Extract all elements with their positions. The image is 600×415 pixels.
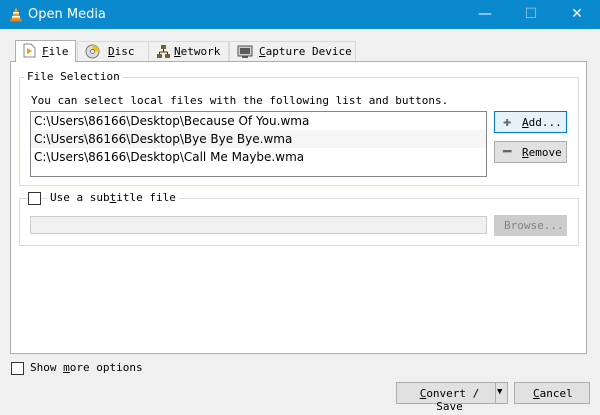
cancel-button[interactable]: Cancel [514,382,590,404]
remove-button-label: Remove [522,146,562,159]
convert-options-dropdown[interactable]: ▼ [495,382,508,404]
tab-network[interactable]: Network [148,41,229,61]
subtitle-file-input[interactable] [30,216,487,234]
minimize-button[interactable]: — [462,0,508,29]
file-list-item[interactable]: C:\Users\86166\Desktop\Bye Bye Bye.wma [31,130,486,148]
browse-button-label: Browse... [504,219,564,232]
subtitle-checkbox[interactable] [28,192,41,205]
cancel-button-label: Cancel [533,387,573,400]
file-tab-panel: File Selection You can select local file… [10,61,587,354]
convert-save-label: Convert / Save [419,387,480,413]
title-bar: Open Media — ☐ ✕ [0,0,600,29]
disc-icon [85,44,100,59]
file-list-item[interactable]: C:\Users\86166\Desktop\Call Me Maybe.wma [31,148,486,166]
file-list[interactable]: C:\Users\86166\Desktop\Because Of You.wm… [30,111,487,177]
file-icon [23,43,36,58]
window-title: Open Media [28,7,106,22]
tab-capture-device-label: Capture Device [259,45,352,58]
maximize-button[interactable]: ☐ [508,0,554,29]
add-button[interactable]: ✚ Add... [494,111,567,133]
browse-button[interactable]: Browse... [494,215,567,236]
subtitle-checkbox-label[interactable]: Use a subtitle file [47,191,179,204]
show-more-options-label[interactable]: Show more options [30,361,143,374]
capture-device-icon [237,45,253,58]
tab-file-label: File [42,45,69,58]
file-selection-legend: File Selection [24,70,123,83]
convert-save-button[interactable]: Convert / Save [396,382,496,413]
minus-icon: ━ [503,144,512,160]
tab-disc-label: Disc [108,45,135,58]
vlc-cone-icon [10,7,22,22]
tab-capture-device[interactable]: Capture Device [229,41,356,61]
show-more-options-checkbox[interactable] [11,362,24,375]
tab-file[interactable]: File [15,40,76,62]
tab-disc[interactable]: Disc [77,41,149,61]
file-selection-hint: You can select local files with the foll… [31,94,449,107]
chevron-down-icon: ▼ [497,387,503,397]
file-list-item[interactable]: C:\Users\86166\Desktop\Because Of You.wm… [31,112,486,130]
close-button[interactable]: ✕ [554,0,600,29]
remove-button[interactable]: ━ Remove [494,141,567,163]
plus-icon: ✚ [503,114,512,130]
network-icon [157,45,170,58]
add-button-label: Add... [522,116,562,129]
tab-network-label: Network [174,45,221,58]
